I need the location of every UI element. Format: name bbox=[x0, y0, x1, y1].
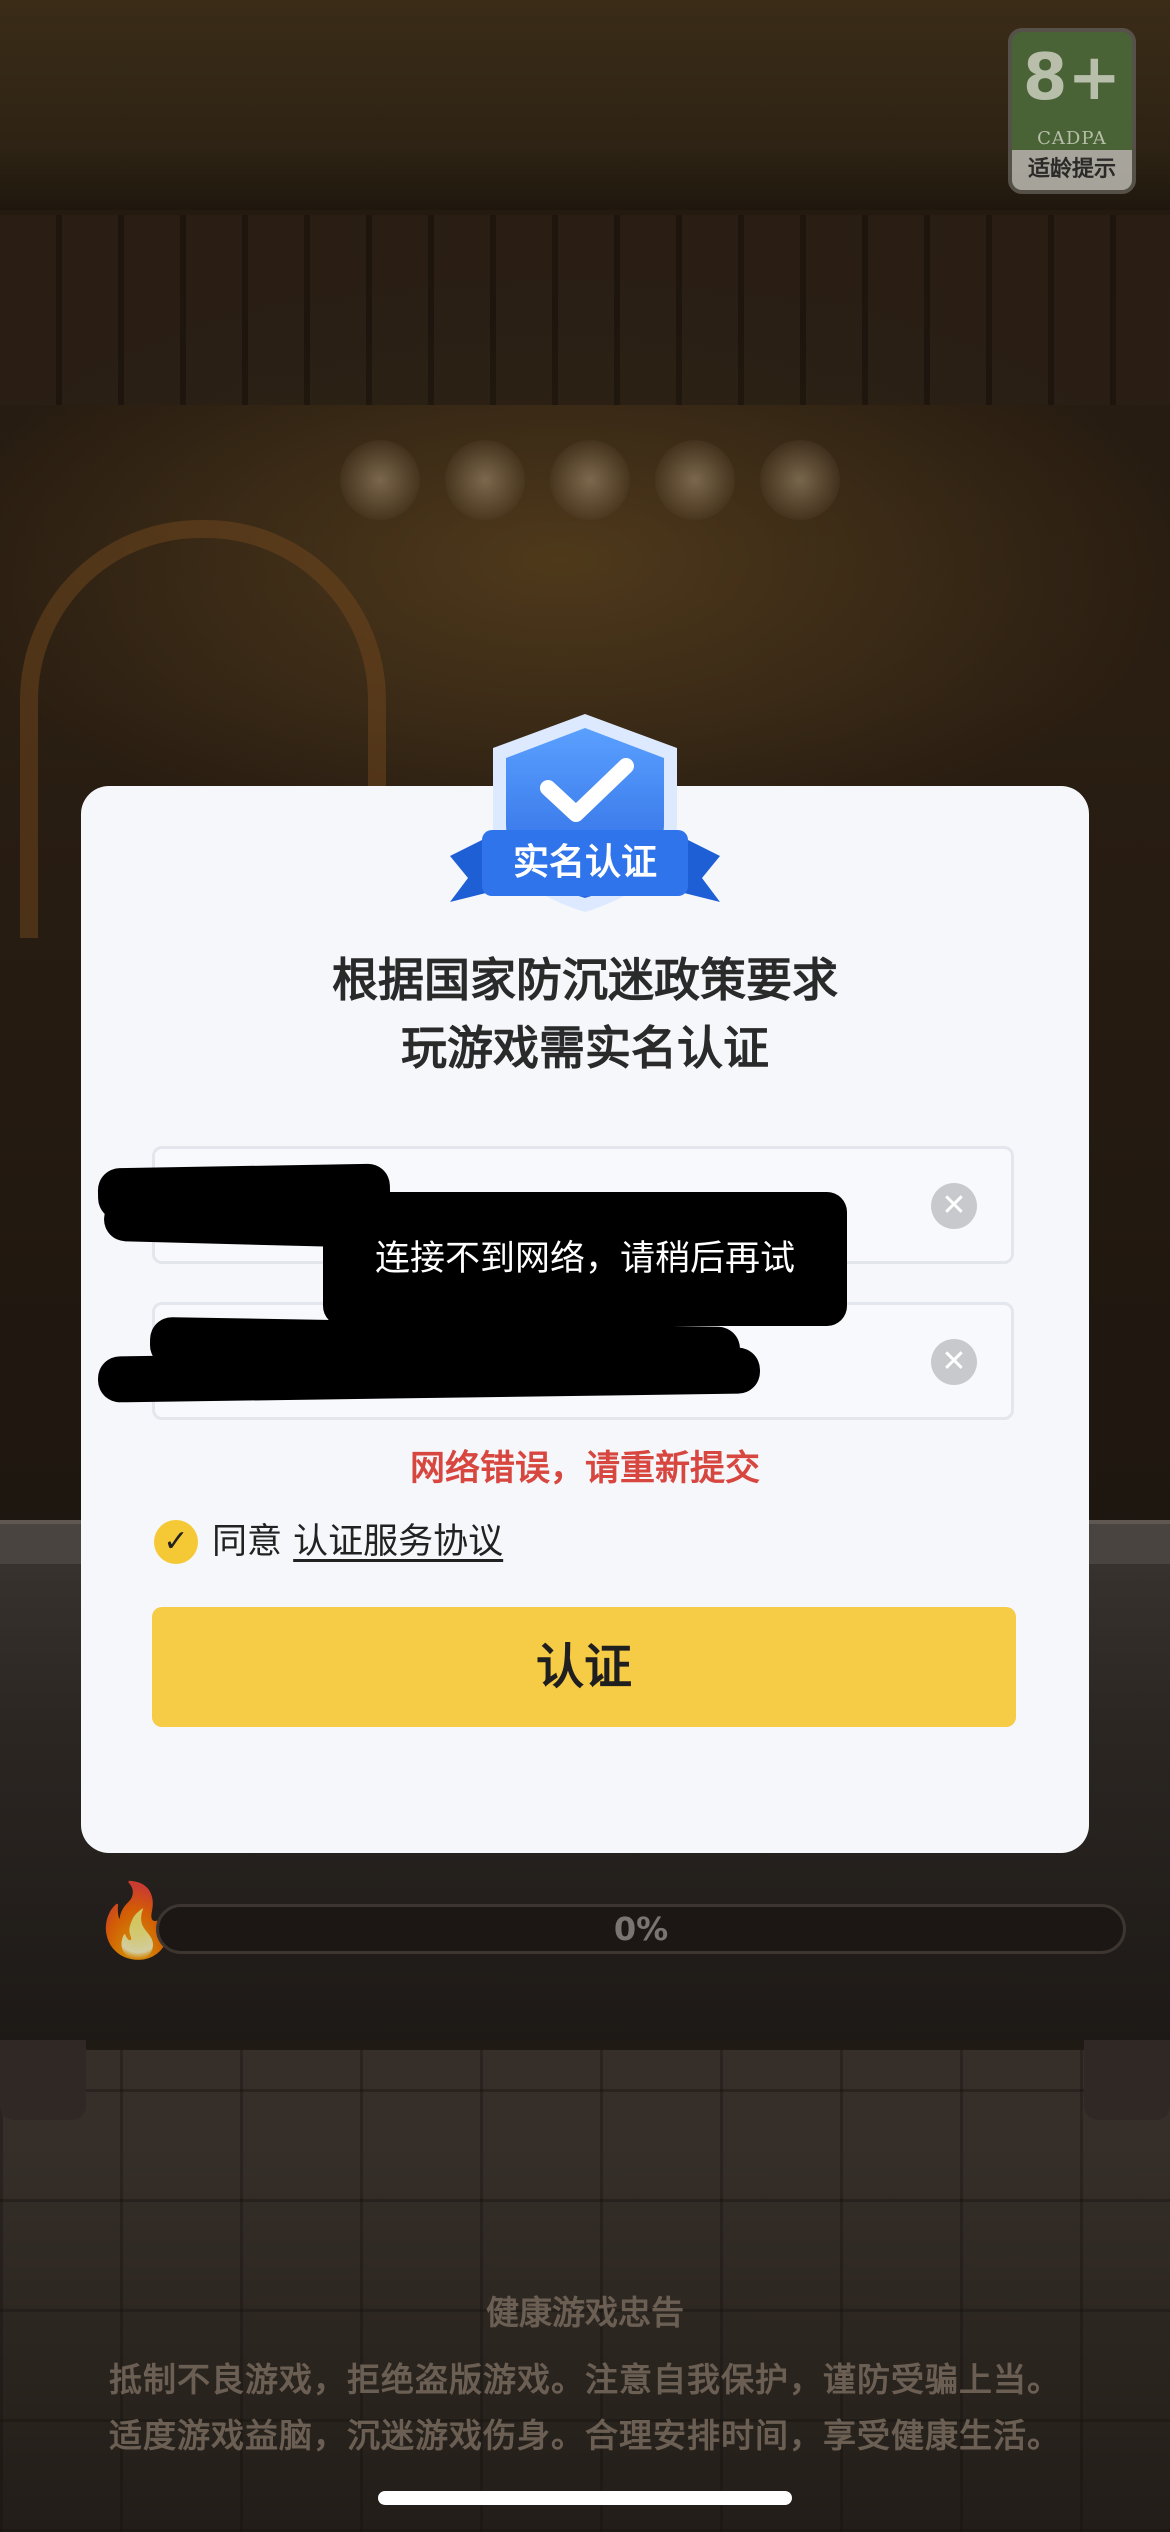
background-top-band bbox=[0, 0, 1170, 210]
error-message: 网络错误，请重新提交 bbox=[409, 1449, 760, 1489]
health-advisory: 健康游戏忠告 抵制不良游戏，拒绝盗版游戏。注意自我保护，谨防受骗上当。 适度游戏… bbox=[0, 2290, 1170, 2464]
counter-leg-right bbox=[1084, 2040, 1170, 2120]
agree-prefix: 同意 bbox=[212, 1522, 283, 1562]
clear-icon[interactable]: ✕ bbox=[931, 1183, 977, 1229]
shield-badge-label: 实名认证 bbox=[512, 842, 657, 883]
advisory-line-1: 抵制不良游戏，拒绝盗版游戏。注意自我保护，谨防受骗上当。 bbox=[109, 2360, 1061, 2399]
age-rating-number: 8+ bbox=[1022, 41, 1122, 115]
counter-leg-left bbox=[0, 2040, 86, 2120]
dialog-title-line-2: 玩游戏需实名认证 bbox=[401, 1021, 769, 1075]
dialog-title-line-1: 根据国家防沉迷政策要求 bbox=[332, 953, 838, 1007]
advisory-title: 健康游戏忠告 bbox=[486, 2293, 684, 2332]
redaction-mark bbox=[97, 1347, 761, 1403]
dialog-title: 根据国家防沉迷政策要求 玩游戏需实名认证 bbox=[81, 946, 1089, 1082]
age-rating-label: 适龄提示 bbox=[1012, 150, 1132, 190]
age-rating-badge: 8+ CADPA 适龄提示 bbox=[1008, 28, 1136, 194]
service-agreement-link[interactable]: 认证服务协议 bbox=[293, 1522, 503, 1562]
verify-button[interactable]: 认证 bbox=[152, 1607, 1016, 1727]
agreement-text: 同意 认证服务协议 bbox=[212, 1518, 503, 1566]
progress-percent: 0% bbox=[613, 1910, 669, 1948]
home-indicator[interactable] bbox=[378, 2491, 792, 2505]
clear-icon[interactable]: ✕ bbox=[931, 1339, 977, 1385]
checkmark-icon[interactable]: ✓ bbox=[154, 1520, 198, 1564]
age-rating-org: CADPA bbox=[1037, 128, 1107, 149]
redaction-mark bbox=[103, 1196, 353, 1248]
background-lights bbox=[340, 440, 840, 530]
verified-shield-badge: 实名认证 bbox=[442, 706, 728, 926]
loading-progress: 🔥 0% bbox=[92, 1872, 1126, 1968]
background-shelf bbox=[0, 215, 1170, 405]
network-toast: 连接不到网络，请稍后再试 bbox=[323, 1192, 847, 1326]
flame-icon: 🔥 bbox=[92, 1878, 182, 1962]
advisory-line-2: 适度游戏益脑，沉迷游戏伤身。合理安排时间，享受健康生活。 bbox=[109, 2416, 1061, 2455]
